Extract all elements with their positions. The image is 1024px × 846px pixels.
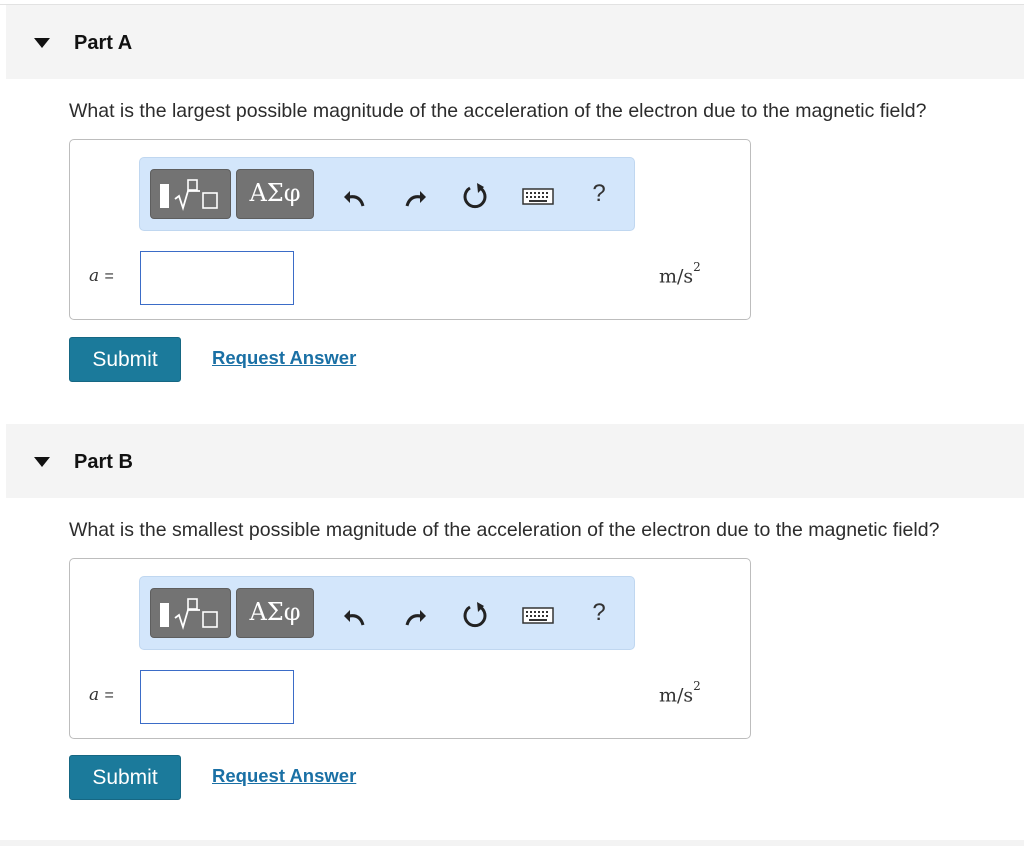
keyboard-icon xyxy=(522,607,554,624)
greek-label: ΑΣφ xyxy=(249,179,301,207)
redo-icon xyxy=(405,191,426,207)
submit-button[interactable]: Submit xyxy=(69,755,181,800)
part-a-header[interactable]: Part A xyxy=(6,5,1024,79)
unit-label: m/s2 xyxy=(659,260,701,288)
answer-input[interactable] xyxy=(140,251,294,305)
unit-base: m/s xyxy=(659,684,694,707)
variable-name: a xyxy=(89,266,100,286)
keyboard-button[interactable] xyxy=(521,178,555,210)
caret-down-icon[interactable] xyxy=(34,38,50,48)
help-icon[interactable]: ? xyxy=(586,178,612,210)
variable-label: a = xyxy=(89,685,114,705)
part-title: Part B xyxy=(74,451,133,473)
greek-label: ΑΣφ xyxy=(249,598,301,626)
equals-sign: = xyxy=(104,687,114,704)
templates-icon xyxy=(174,179,218,211)
reset-button[interactable] xyxy=(460,178,490,210)
caret-down-icon[interactable] xyxy=(34,457,50,467)
request-answer-link[interactable]: Request Answer xyxy=(212,765,356,787)
request-answer-link[interactable]: Request Answer xyxy=(212,347,356,369)
unit-base: m/s xyxy=(659,265,694,288)
reset-icon xyxy=(463,602,487,628)
question-text: What is the largest possible magnitude o… xyxy=(69,100,927,122)
help-icon[interactable]: ? xyxy=(586,597,612,629)
undo-icon xyxy=(344,191,365,207)
greek-symbols-button[interactable]: ΑΣφ xyxy=(236,588,314,638)
keyboard-icon xyxy=(522,188,554,205)
greek-symbols-button[interactable]: ΑΣφ xyxy=(236,169,314,219)
variable-label: a = xyxy=(89,266,114,286)
part-b-header[interactable]: Part B xyxy=(6,424,1024,498)
math-toolbar: ΑΣφ ? xyxy=(139,157,635,231)
submit-button[interactable]: Submit xyxy=(69,337,181,382)
unit-exponent: 2 xyxy=(693,679,701,693)
templates-button[interactable] xyxy=(150,588,231,638)
unit-label: m/s2 xyxy=(659,679,701,707)
math-toolbar: ΑΣφ ? xyxy=(139,576,635,650)
undo-icon xyxy=(344,610,365,626)
variable-name: a xyxy=(89,685,100,705)
answer-input[interactable] xyxy=(140,670,294,724)
question-text: What is the smallest possible magnitude … xyxy=(69,519,940,541)
answer-box: ΑΣφ ? a = m/s2 xyxy=(69,139,751,320)
reset-button[interactable] xyxy=(460,597,490,629)
redo-icon xyxy=(405,610,426,626)
cursor-block-icon xyxy=(160,603,169,627)
reset-icon xyxy=(463,183,487,209)
unit-exponent: 2 xyxy=(693,260,701,274)
keyboard-button[interactable] xyxy=(521,597,555,629)
undo-button[interactable] xyxy=(340,178,370,210)
equals-sign: = xyxy=(104,268,114,285)
redo-button[interactable] xyxy=(400,597,430,629)
redo-button[interactable] xyxy=(400,178,430,210)
answer-box: ΑΣφ ? a = m/s2 xyxy=(69,558,751,739)
undo-button[interactable] xyxy=(340,597,370,629)
cursor-block-icon xyxy=(160,184,169,208)
part-title: Part A xyxy=(74,32,133,54)
templates-icon xyxy=(174,598,218,630)
templates-button[interactable] xyxy=(150,169,231,219)
bottom-divider xyxy=(0,840,1024,846)
